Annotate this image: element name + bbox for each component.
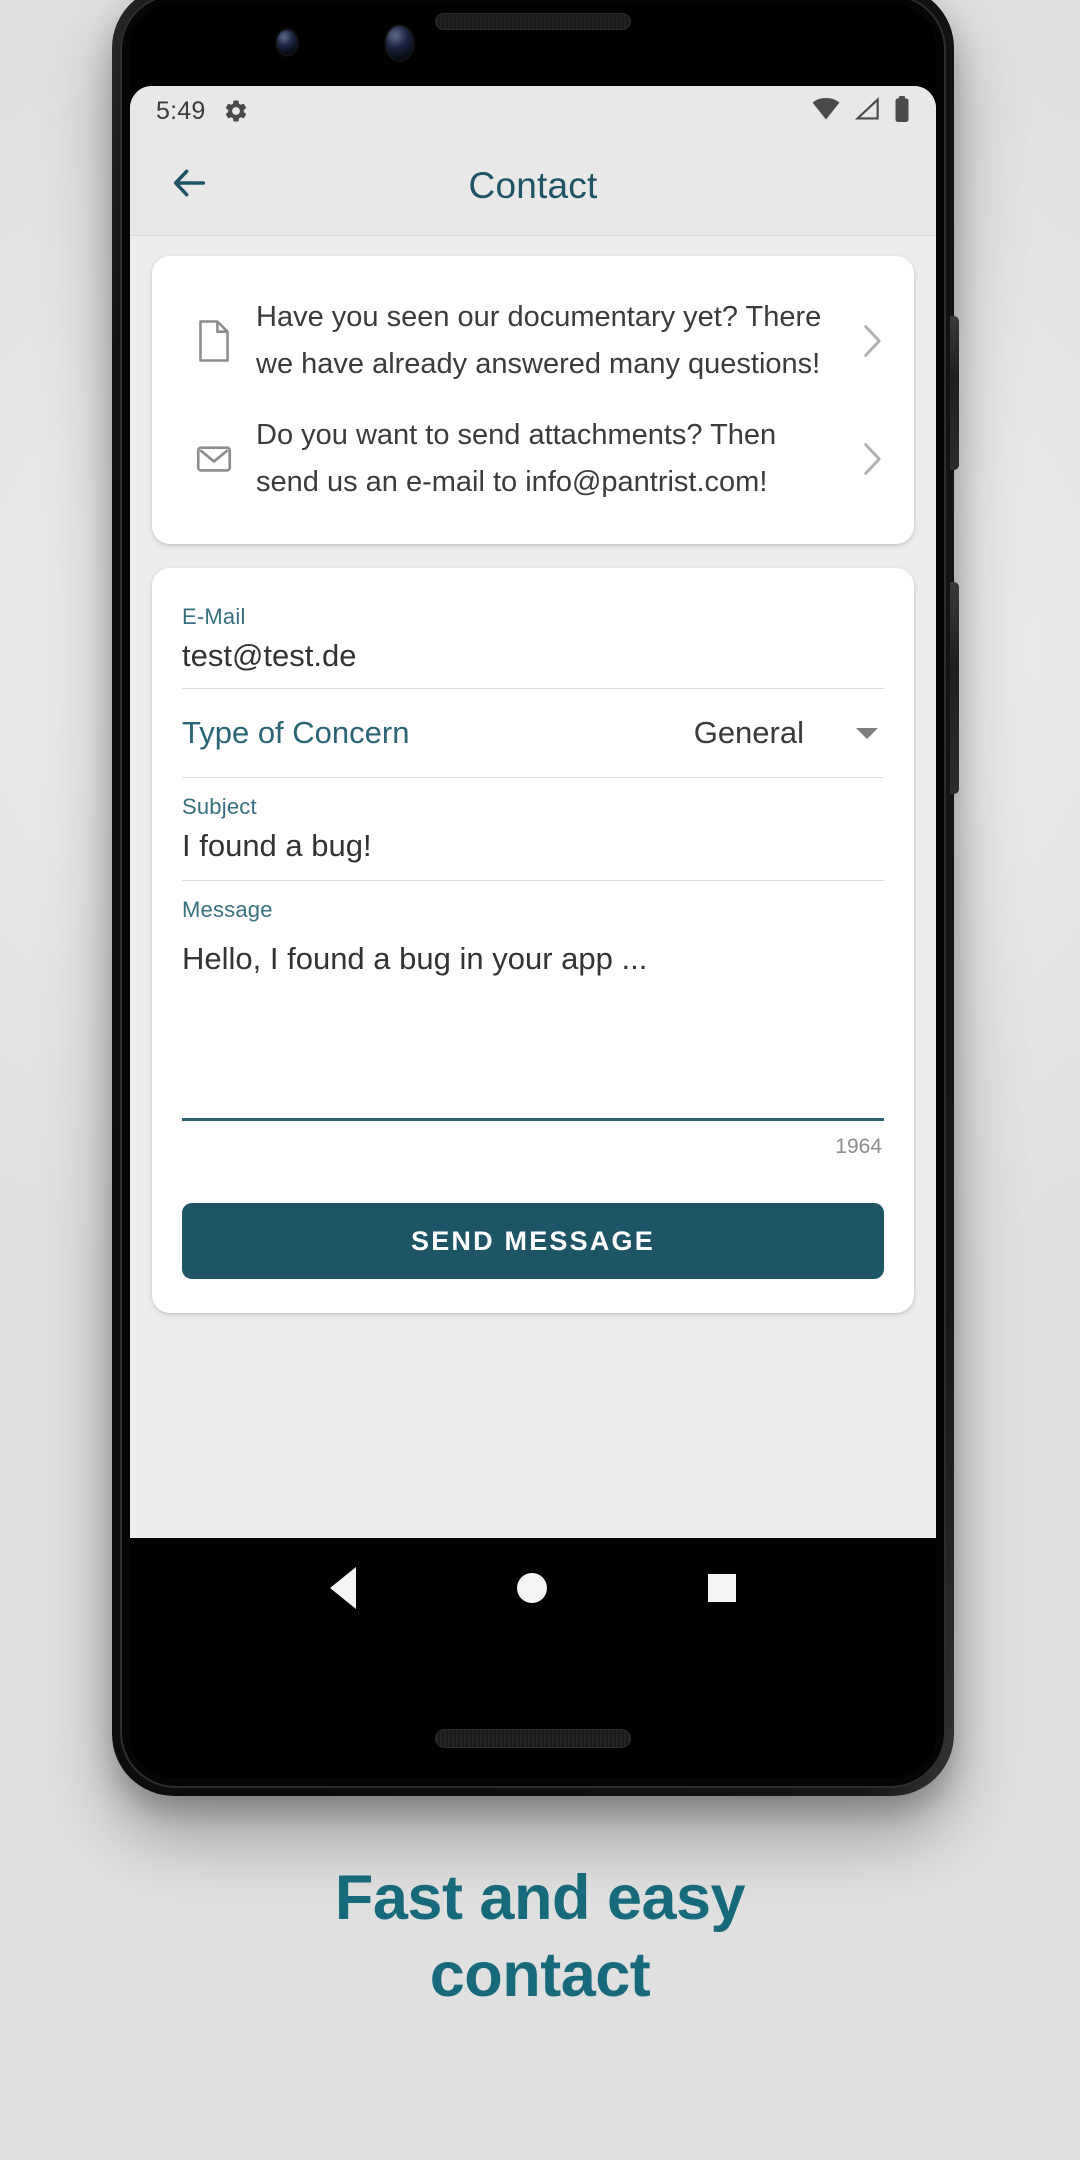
power-button[interactable] [950, 316, 959, 470]
signal-icon [854, 96, 880, 126]
bottom-speaker-grille [435, 1729, 631, 1748]
email-field-label: E-Mail [182, 604, 246, 629]
phone-screen: 5:49 Contact Have you seen our documenta… [130, 4, 936, 1778]
back-button[interactable] [156, 152, 224, 220]
message-field-value: Hello, I found a bug in your app ... [182, 941, 648, 976]
envelope-icon [182, 438, 246, 480]
nav-back-triangle-icon[interactable] [330, 1567, 357, 1609]
concern-type-value: General [693, 715, 804, 750]
scroll-content: Have you seen our documentary yet? There… [130, 236, 936, 1538]
message-field-label: Message [182, 897, 273, 922]
android-app-window: 5:49 Contact Have you seen our documenta… [130, 86, 936, 1538]
info-card: Have you seen our documentary yet? There… [152, 256, 914, 544]
promo-caption-line1: Fast and easy [334, 1863, 746, 1933]
send-message-button[interactable]: SEND MESSAGE [182, 1203, 884, 1279]
phone-device-frame: 5:49 Contact Have you seen our documenta… [112, 0, 959, 1796]
app-bar: Contact [130, 136, 936, 236]
info-row-documentary[interactable]: Have you seen our documentary yet? There… [160, 282, 906, 400]
promo-caption-line2: contact [429, 1939, 651, 2010]
document-icon [182, 319, 246, 363]
concern-type-dropdown[interactable]: Type of Concern General [182, 689, 884, 778]
status-bar: 5:49 [130, 86, 936, 136]
info-row-text: Do you want to send attachments? Then se… [256, 419, 777, 498]
chevron-right-icon [852, 323, 892, 359]
promo-caption: Fast and easy contact [0, 1860, 1080, 2014]
subject-field-value: I found a bug! [182, 828, 372, 863]
nav-home-circle-icon[interactable] [516, 1573, 547, 1603]
email-field[interactable]: E-Mail test@test.de [182, 598, 884, 689]
wifi-icon [812, 97, 840, 126]
info-row-attachments[interactable]: Do you want to send attachments? Then se… [160, 400, 906, 518]
subject-field[interactable]: Subject I found a bug! [182, 778, 884, 881]
volume-button[interactable] [950, 582, 959, 794]
arrow-left-icon [167, 163, 213, 208]
character-counter: 1964 [835, 1135, 882, 1158]
message-field[interactable]: Message Hello, I found a bug in your app… [182, 881, 884, 1121]
battery-icon [894, 95, 910, 127]
earpiece-speaker [435, 13, 631, 30]
gear-icon [223, 98, 249, 124]
front-camera-secondary-icon [277, 30, 297, 55]
email-field-value: test@test.de [182, 638, 357, 673]
contact-form-card: E-Mail test@test.de Type of Concern Gene… [152, 568, 914, 1313]
android-navigation-bar [130, 1538, 936, 1638]
concern-type-label: Type of Concern [182, 715, 410, 750]
info-row-text: Have you seen our documentary yet? There… [256, 301, 822, 380]
front-camera-primary-icon [386, 26, 413, 60]
chevron-right-icon [852, 441, 892, 477]
nav-recents-square-icon[interactable] [707, 1574, 736, 1602]
chevron-down-icon [856, 727, 878, 739]
status-bar-clock: 5:49 [156, 96, 206, 125]
subject-field-label: Subject [182, 794, 257, 819]
page-title: Contact [468, 164, 598, 206]
status-bar-icon-group [812, 95, 910, 127]
